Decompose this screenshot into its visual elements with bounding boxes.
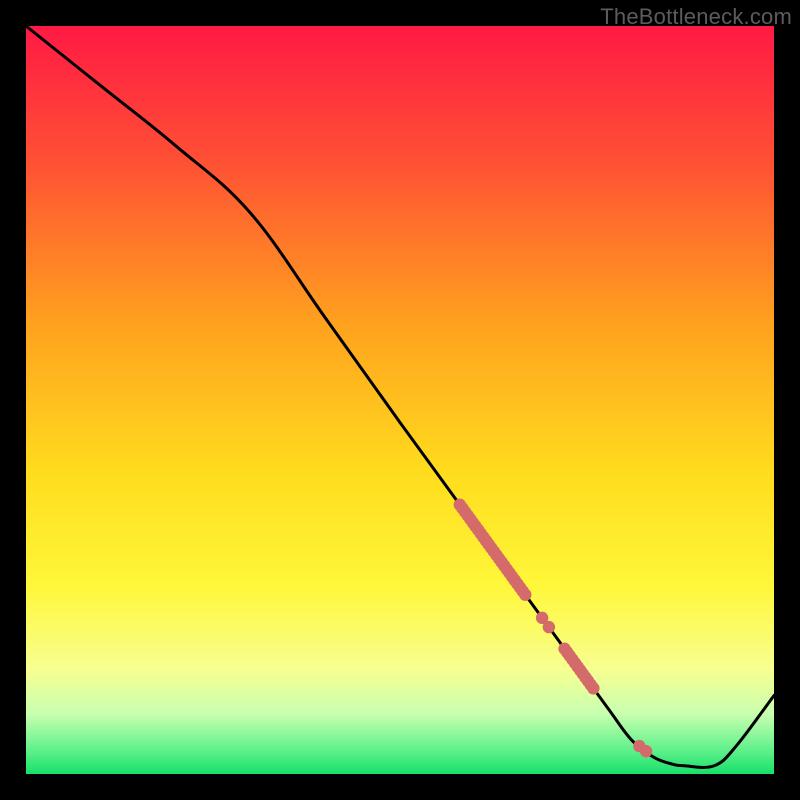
curve-layer — [26, 26, 774, 774]
watermark-text: TheBottleneck.com — [600, 4, 792, 30]
bottleneck-curve — [26, 26, 774, 767]
highlight-dot — [640, 745, 652, 757]
highlight-dot — [587, 682, 599, 694]
highlight-dot — [543, 621, 555, 633]
chart-frame: TheBottleneck.com — [0, 0, 800, 800]
plot-area — [26, 26, 774, 774]
highlight-dot — [519, 589, 531, 601]
